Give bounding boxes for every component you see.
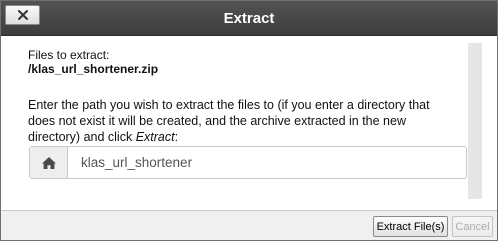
extract-instructions: Enter the path you wish to extract the f… xyxy=(28,97,458,145)
instructions-emphasis: Extract xyxy=(135,130,175,144)
extract-files-button[interactable]: Extract File(s) xyxy=(373,216,448,237)
extract-path-input[interactable] xyxy=(68,147,466,178)
scrollbar-track[interactable] xyxy=(468,43,482,199)
close-button[interactable] xyxy=(5,5,40,25)
archive-filename: /klas_url_shortener.zip xyxy=(28,62,159,76)
dialog-titlebar: Extract xyxy=(1,1,497,36)
instructions-colon: : xyxy=(174,130,179,144)
instructions-text: Enter the path you wish to extract the f… xyxy=(28,98,430,144)
dialog-content: Files to extract: /klas_url_shortener.zi… xyxy=(28,45,468,197)
dialog-title: Extract xyxy=(223,10,275,27)
home-addon xyxy=(30,147,68,178)
extract-dialog: Extract Files to extract: /klas_url_shor… xyxy=(0,0,498,241)
extract-path-group xyxy=(29,146,467,179)
home-icon xyxy=(41,156,56,169)
cancel-button[interactable]: Cancel xyxy=(452,216,493,237)
close-icon xyxy=(17,10,28,20)
files-to-extract-label: Files to extract: xyxy=(28,48,110,62)
dialog-footer: Extract File(s) Cancel xyxy=(1,210,497,240)
